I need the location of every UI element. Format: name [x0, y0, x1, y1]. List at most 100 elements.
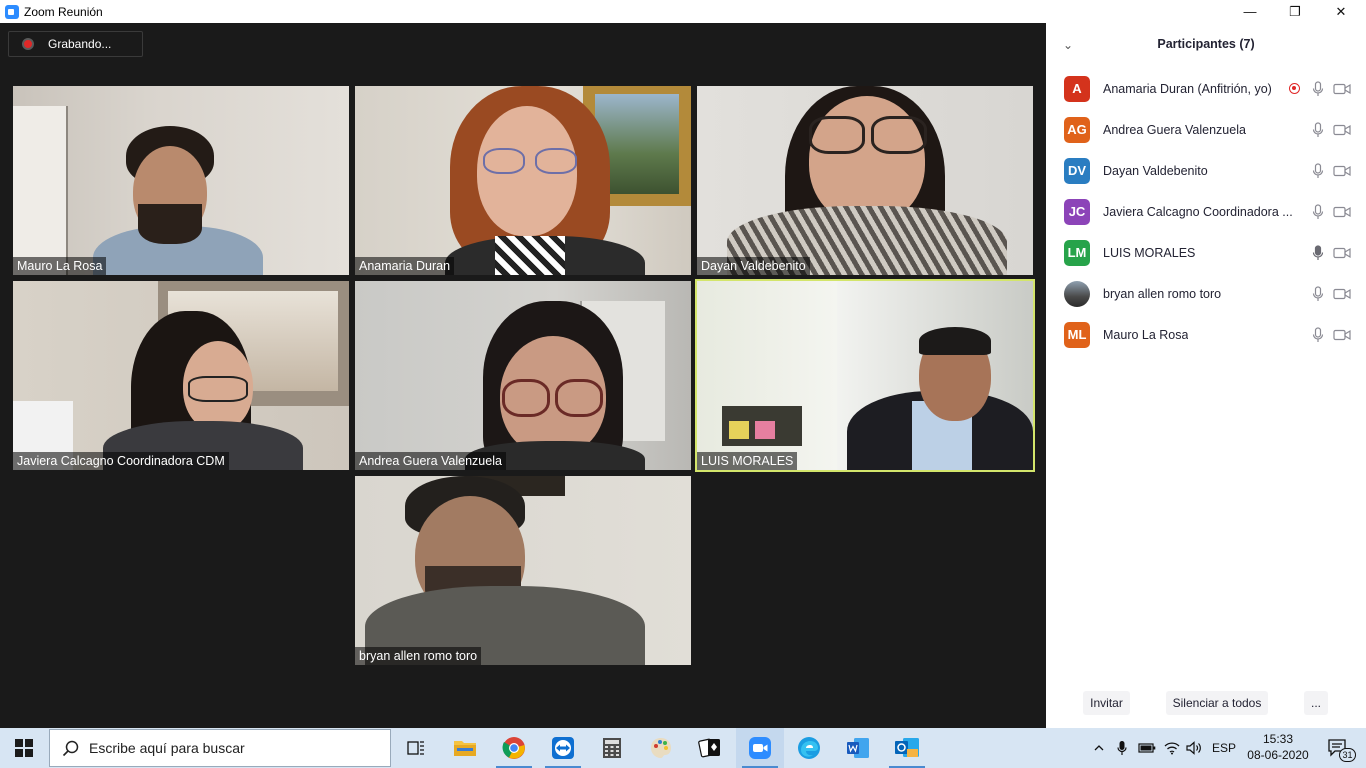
microphone-icon[interactable]: [1312, 80, 1324, 97]
avatar: DV: [1064, 157, 1090, 184]
participant-row[interactable]: bryan allen romo toro: [1046, 273, 1366, 314]
participant-row-name: Andrea Guera Valenzuela: [1103, 122, 1246, 137]
participant-name: Andrea Guera Valenzuela: [355, 452, 506, 470]
microphone-tray-icon[interactable]: [1113, 728, 1131, 768]
microphone-active-icon[interactable]: [1312, 244, 1324, 261]
search-placeholder: Escribe aquí para buscar: [89, 740, 245, 756]
participant-row-name: Dayan Valdebenito: [1103, 163, 1208, 178]
microphone-icon[interactable]: [1312, 121, 1324, 138]
video-tile-active-speaker[interactable]: LUIS MORALES: [695, 279, 1035, 472]
solitaire-button[interactable]: [686, 728, 734, 768]
cards-icon: [698, 738, 720, 758]
windows-logo-icon: [15, 739, 33, 757]
video-tile[interactable]: Dayan Valdebenito: [697, 86, 1033, 275]
microphone-icon[interactable]: [1312, 326, 1324, 343]
participant-row-name: LUIS MORALES: [1103, 245, 1196, 260]
video-tile[interactable]: Javiera Calcagno Coordinadora CDM: [13, 281, 349, 470]
maximize-button[interactable]: ❐: [1272, 0, 1318, 23]
avatar: ML: [1064, 321, 1090, 348]
zoom-taskbar-button[interactable]: [736, 728, 784, 768]
panel-title: Participantes (7): [1157, 37, 1255, 51]
chevron-up-icon[interactable]: [1090, 728, 1108, 768]
teamviewer-icon: [552, 737, 574, 759]
participant-row[interactable]: JC Javiera Calcagno Coordinadora ...: [1046, 191, 1366, 232]
participant-row[interactable]: A Anamaria Duran (Anfitrión, yo): [1046, 68, 1366, 109]
participant-row-name: Javiera Calcagno Coordinadora ...: [1103, 204, 1293, 219]
teamviewer-button[interactable]: [539, 728, 587, 768]
volume-icon[interactable]: [1185, 728, 1205, 768]
microphone-icon[interactable]: [1312, 162, 1324, 179]
video-tile[interactable]: Andrea Guera Valenzuela: [355, 281, 691, 470]
avatar: AG: [1064, 116, 1090, 143]
word-icon: [847, 738, 869, 758]
file-explorer-button[interactable]: [441, 728, 489, 768]
recording-label: Grabando...: [48, 37, 112, 51]
participant-row[interactable]: ML Mauro La Rosa: [1046, 314, 1366, 355]
participant-name: Dayan Valdebenito: [697, 257, 810, 275]
task-view-icon: [407, 741, 424, 755]
meeting-gallery: Grabando... Mauro La Rosa Anamaria Duran…: [0, 23, 1046, 728]
camera-icon[interactable]: [1333, 124, 1351, 136]
participant-name: Anamaria Duran: [355, 257, 455, 275]
notifications-button[interactable]: 31: [1318, 728, 1358, 768]
word-button[interactable]: [834, 728, 882, 768]
video-tile[interactable]: Mauro La Rosa: [13, 86, 349, 275]
participant-name: Mauro La Rosa: [13, 257, 107, 275]
taskbar-search-box[interactable]: Escribe aquí para buscar: [49, 729, 391, 767]
zoom-app-icon: [5, 4, 19, 19]
participant-row[interactable]: AG Andrea Guera Valenzuela: [1046, 109, 1366, 150]
microphone-icon[interactable]: [1312, 285, 1324, 302]
avatar: JC: [1064, 198, 1090, 225]
video-tile[interactable]: Anamaria Duran: [355, 86, 691, 275]
camera-icon[interactable]: [1333, 165, 1351, 177]
camera-icon[interactable]: [1333, 288, 1351, 300]
outlook-button[interactable]: [883, 728, 931, 768]
folder-icon: [454, 741, 476, 756]
clock[interactable]: 15:33 08-06-2020: [1246, 731, 1310, 763]
window-title: Zoom Reunión: [24, 4, 103, 19]
paint-palette-icon: [651, 738, 671, 758]
mute-all-button[interactable]: Silenciar a todos: [1166, 691, 1268, 715]
chrome-icon: [502, 737, 525, 759]
battery-icon[interactable]: [1137, 728, 1157, 768]
calculator-button[interactable]: [588, 728, 636, 768]
camera-icon[interactable]: [1333, 206, 1351, 218]
task-view-button[interactable]: [392, 728, 440, 768]
video-tile[interactable]: bryan allen romo toro: [355, 476, 691, 665]
record-icon: [22, 38, 34, 50]
start-button[interactable]: [0, 728, 48, 768]
minimize-button[interactable]: —: [1227, 0, 1273, 23]
chrome-button[interactable]: [490, 728, 538, 768]
participants-panel: ⌄ Participantes (7) A Anamaria Duran (An…: [1046, 23, 1366, 728]
wifi-icon[interactable]: [1162, 728, 1182, 768]
clock-date: 08-06-2020: [1247, 748, 1309, 762]
participant-row-name: bryan allen romo toro: [1103, 286, 1222, 301]
search-icon: [62, 740, 79, 757]
invite-button[interactable]: Invitar: [1083, 691, 1130, 715]
close-button[interactable]: ✕: [1318, 0, 1364, 23]
microphone-icon[interactable]: [1312, 203, 1324, 220]
camera-icon[interactable]: [1333, 247, 1351, 259]
camera-icon[interactable]: [1333, 329, 1351, 341]
edge-button[interactable]: [785, 728, 833, 768]
participant-row[interactable]: LM LUIS MORALES: [1046, 232, 1366, 273]
avatar: LM: [1064, 239, 1090, 266]
camera-icon[interactable]: [1333, 83, 1351, 95]
language-indicator[interactable]: ESP: [1209, 728, 1239, 768]
participant-row-name: Mauro La Rosa: [1103, 327, 1189, 342]
taskbar: Escribe aquí para buscar ESP 15:33 08-06…: [0, 728, 1366, 768]
more-options-button[interactable]: ...: [1304, 691, 1328, 715]
participant-row[interactable]: DV Dayan Valdebenito: [1046, 150, 1366, 191]
clock-time: 15:33: [1262, 732, 1294, 746]
participant-name: bryan allen romo toro: [355, 647, 482, 665]
recording-icon: [1289, 83, 1300, 94]
participant-name: Javiera Calcagno Coordinadora CDM: [13, 452, 229, 470]
participant-name: LUIS MORALES: [697, 452, 798, 470]
avatar-photo: [1064, 280, 1090, 307]
recording-indicator[interactable]: Grabando...: [8, 31, 143, 57]
notification-badge: 31: [1339, 748, 1356, 762]
zoom-icon: [749, 737, 771, 759]
edge-icon: [798, 737, 820, 759]
paint-button[interactable]: [637, 728, 685, 768]
title-bar: Zoom Reunión — ❐ ✕: [0, 0, 1366, 23]
